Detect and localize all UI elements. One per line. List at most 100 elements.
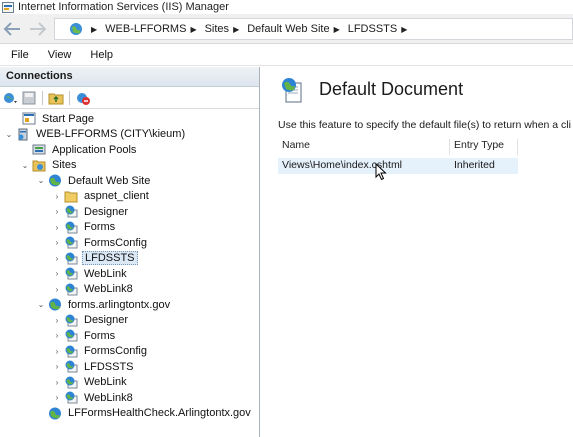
toolbar-divider	[69, 90, 70, 105]
web-app-icon	[64, 221, 78, 234]
collapse-chevron-icon[interactable]: ›	[52, 316, 62, 325]
collapse-chevron-icon[interactable]: ›	[52, 207, 62, 216]
tree-node[interactable]: ⌄ Sites	[20, 158, 78, 173]
toolbar-divider	[42, 90, 43, 105]
connections-pane: Connections Start Page ⌄ WEB-LFFORMS (CITY…	[0, 67, 260, 437]
breadcrumb-item-site[interactable]: Default Web Site	[247, 23, 329, 35]
collapse-chevron-icon[interactable]: ›	[52, 238, 62, 247]
tree-node[interactable]: ⌄ Default Web Site	[36, 173, 152, 188]
save-icon[interactable]	[21, 90, 37, 106]
web-app-icon	[64, 314, 78, 327]
web-app-icon	[64, 329, 78, 342]
table-row[interactable]: Views\Home\index.cshtml Inherited	[278, 158, 518, 174]
tree-node[interactable]: › LFDSSTS	[52, 251, 138, 266]
column-header-name[interactable]: Name	[278, 139, 450, 155]
address-bar: ▶ WEB-LFFORMS ▶ Sites ▶ Default Web Site…	[0, 14, 573, 44]
web-app-icon	[64, 252, 78, 265]
breadcrumb-item-server[interactable]: WEB-LFFORMS	[105, 23, 186, 35]
tree-node[interactable]: › WebLink8	[52, 390, 135, 405]
web-app-icon	[64, 205, 78, 218]
menu-file[interactable]: File	[3, 49, 37, 61]
collapse-chevron-icon[interactable]: ›	[52, 192, 62, 201]
tree-node-label: WebLink8	[84, 283, 133, 295]
tree-node-label: forms.arlingtontx.gov	[68, 298, 171, 311]
page-title: Default Document	[319, 79, 464, 99]
tree-node[interactable]: ⌄ forms.arlingtontx.gov	[36, 297, 172, 312]
tree-node-label: Default Web Site	[68, 174, 151, 187]
menu-help[interactable]: Help	[82, 49, 121, 61]
expand-chevron-icon[interactable]: ⌄	[36, 176, 46, 185]
connect-icon[interactable]	[2, 90, 18, 106]
tree-node[interactable]: › WebLink	[52, 375, 129, 390]
feature-description: Use this feature to specify the default …	[278, 119, 571, 131]
menu-view[interactable]: View	[40, 49, 80, 61]
tree-node-label: Designer	[84, 205, 129, 218]
title-bar: Internet Information Services (IIS) Mana…	[0, 0, 573, 14]
tree-node-label: WebLink	[84, 376, 127, 388]
tree-node[interactable]: › WebLink8	[52, 282, 135, 297]
sites-folder-icon	[32, 159, 46, 172]
tree-node-label: Designer	[84, 314, 129, 326]
tree-node-label: LFDSSTS	[84, 360, 134, 373]
tree-node-label: Forms	[84, 329, 116, 342]
expand-chevron-icon[interactable]: ⌄	[4, 130, 14, 139]
web-app-icon	[64, 267, 78, 280]
breadcrumb-separator: ▶	[333, 24, 340, 34]
tree-node[interactable]: › WebLink	[52, 266, 129, 281]
web-app-icon	[64, 345, 78, 358]
web-app-icon	[64, 236, 78, 249]
tree-node[interactable]: Start Page	[10, 111, 96, 126]
feature-header: Default Document	[262, 67, 573, 111]
web-app-icon	[64, 391, 78, 404]
collapse-chevron-icon[interactable]: ›	[52, 285, 62, 294]
connections-header: Connections	[0, 67, 259, 87]
collapse-chevron-icon[interactable]: ›	[52, 378, 62, 387]
menu-bar: File View Help	[0, 44, 573, 66]
collapse-chevron-icon[interactable]: ›	[52, 269, 62, 278]
collapse-chevron-icon[interactable]: ›	[52, 223, 62, 232]
tree-node[interactable]: › FormsConfig	[52, 235, 149, 250]
folder-icon	[64, 190, 78, 203]
globe-icon	[48, 298, 62, 311]
expand-chevron-icon[interactable]: ⌄	[20, 161, 30, 170]
tree-node-label: LFFormsHealthCheck.Arlingtontx.gov	[68, 407, 251, 419]
web-app-icon	[64, 376, 78, 389]
collapse-chevron-icon[interactable]: ›	[52, 362, 62, 371]
window-title: Internet Information Services (IIS) Mana…	[18, 1, 229, 13]
tree-node-label: WebLink8	[84, 391, 133, 404]
breadcrumb-item-sites[interactable]: Sites	[205, 23, 229, 35]
collapse-chevron-icon[interactable]: ›	[52, 393, 62, 402]
tree-node[interactable]: › Designer	[52, 204, 130, 219]
column-header-entry-type[interactable]: Entry Type	[450, 139, 518, 155]
breadcrumb[interactable]: ▶ WEB-LFFORMS ▶ Sites ▶ Default Web Site…	[54, 18, 573, 40]
expand-chevron-icon[interactable]: ⌄	[36, 300, 46, 309]
back-arrow-icon[interactable]	[2, 20, 22, 38]
tree-node[interactable]: › Forms	[52, 328, 117, 343]
disconnect-icon[interactable]	[75, 90, 91, 106]
breadcrumb-separator: ▶	[190, 24, 197, 34]
breadcrumb-separator: ▶	[233, 24, 240, 34]
collapse-chevron-icon[interactable]: ›	[52, 347, 62, 356]
tree-node-label: FormsConfig	[84, 345, 147, 357]
up-folder-icon[interactable]	[48, 90, 64, 106]
tree-node-label: LFDSSTS	[82, 251, 138, 265]
collapse-chevron-icon[interactable]: ›	[52, 331, 62, 340]
tree-node-label: FormsConfig	[84, 236, 147, 249]
server-icon	[16, 128, 30, 141]
default-document-icon	[280, 77, 306, 105]
tree-node[interactable]: Application Pools	[20, 142, 138, 157]
tree-node[interactable]: › FormsConfig	[52, 344, 149, 359]
tree-node[interactable]: ⌄ WEB-LFFORMS (CITY\kieum)	[4, 127, 187, 142]
tree-node[interactable]: › Forms	[52, 220, 117, 235]
breadcrumb-item-app[interactable]: LFDSSTS	[348, 23, 398, 35]
tree-node[interactable]: › aspnet_client	[52, 189, 151, 204]
forward-arrow-icon[interactable]	[28, 20, 48, 38]
tree-node[interactable]: LFFormsHealthCheck.Arlingtontx.gov	[36, 406, 253, 421]
collapse-chevron-icon[interactable]: ›	[52, 254, 62, 263]
tree-node[interactable]: › Designer	[52, 313, 130, 328]
globe-icon	[48, 407, 62, 420]
tree-node-label: WebLink	[84, 267, 127, 280]
tree-node-label: Start Page	[42, 112, 94, 125]
tree-node[interactable]: › LFDSSTS	[52, 359, 136, 374]
row-entry-type-cell: Inherited	[454, 159, 495, 171]
